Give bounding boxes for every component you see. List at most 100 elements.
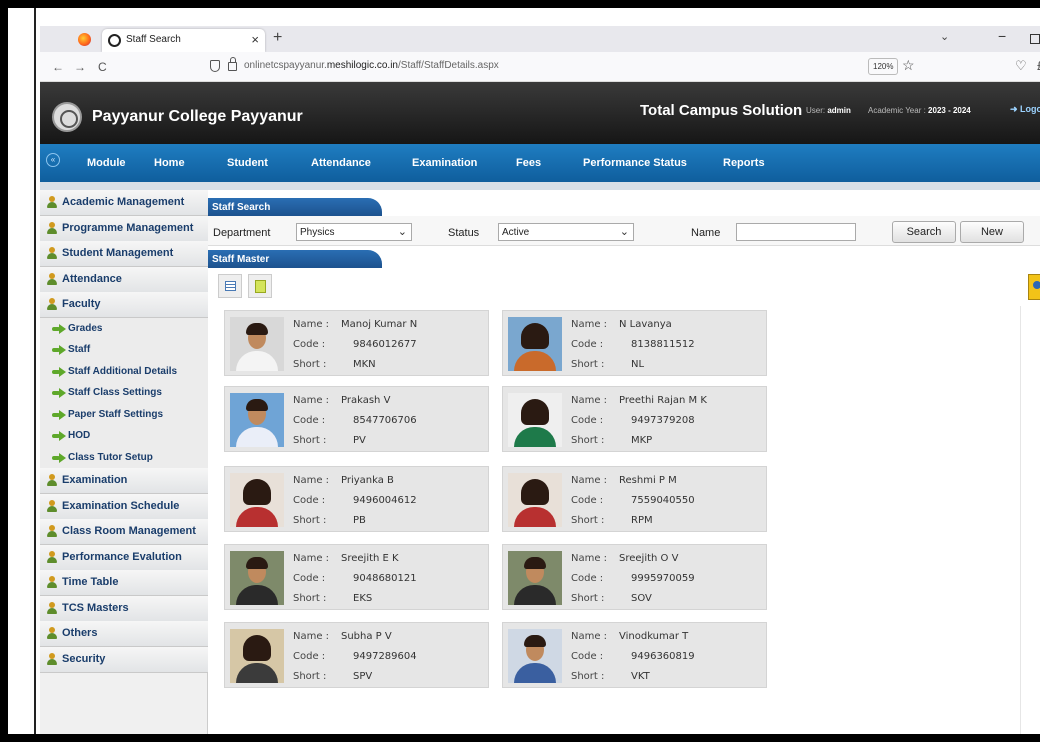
staff-card[interactable]: Name : Subha P V Code : 9497289604 Short : SP… — [224, 622, 489, 688]
staff-card[interactable]: Name : Vinodkumar T Code : 9496360819 Short … — [502, 622, 767, 688]
menu-attendance[interactable]: Attendance — [311, 157, 371, 169]
tab-close-icon[interactable]: × — [251, 32, 259, 47]
new-button[interactable]: New — [960, 221, 1024, 243]
user-icon — [47, 196, 58, 208]
sidebar-item-paper-staff-settings[interactable]: Paper Staff Settings — [40, 403, 208, 426]
back-button[interactable]: ← — [52, 60, 64, 74]
staff-card[interactable]: Name : Priyanka B Code : 9496004612 Short : P… — [224, 466, 489, 532]
staff-name: Subha P V — [341, 631, 392, 642]
forward-button[interactable]: → — [74, 60, 86, 74]
lock-icon[interactable] — [228, 57, 237, 71]
staff-photo — [230, 473, 284, 527]
sidebar-item-others[interactable]: Others — [40, 621, 208, 647]
sidebar-item-hod[interactable]: HOD — [40, 425, 208, 447]
sidebar-item-label: Staff Additional Details — [68, 365, 178, 377]
menu-student[interactable]: Student — [227, 157, 268, 169]
staff-photo — [230, 629, 284, 683]
sidebar-item-programme-management[interactable]: Programme Management — [40, 215, 208, 242]
status-select[interactable]: Active ⌄ — [498, 223, 634, 241]
name-key: Name : — [293, 475, 330, 486]
bookmark-star-icon[interactable]: ☆ — [902, 57, 915, 74]
department-select[interactable]: Physics ⌄ — [296, 223, 412, 241]
code-key: Code : — [293, 415, 326, 426]
status-label: Status — [448, 227, 480, 239]
sidebar-item-tcs-masters[interactable]: TCS Masters — [40, 595, 208, 622]
menu-performance-status[interactable]: Performance Status — [583, 157, 687, 169]
user-icon — [47, 474, 58, 486]
sidebar-item-staff-additional-details[interactable]: Staff Additional Details — [40, 360, 208, 383]
staff-card[interactable]: Name : Prakash V Code : 8547706706 Short : PV — [224, 386, 489, 452]
menu-fees[interactable]: Fees — [516, 157, 541, 169]
menu-reports[interactable]: Reports — [723, 157, 765, 169]
menu-home[interactable]: Home — [154, 157, 185, 169]
staff-name: Reshmi P M — [619, 475, 677, 486]
short-key: Short : — [293, 671, 327, 682]
staff-search-header: Staff Search — [208, 198, 382, 218]
browser-window: Staff Search × + ⌄ − ← → C onlinetcspayy… — [40, 26, 1040, 734]
tracking-shield-icon[interactable] — [210, 60, 220, 72]
staff-card[interactable]: Name : N Lavanya Code : 8138811512 Short : NL — [502, 310, 767, 376]
sidebar-item-time-table[interactable]: Time Table — [40, 570, 208, 596]
sidebar-item-academic-management[interactable]: Academic Management — [40, 190, 208, 216]
staff-card[interactable]: Name : Sreejith O V Code : 9995970059 Short … — [502, 544, 767, 610]
address-bar[interactable]: onlinetcspayyanur.meshilogic.co.in/Staff… — [244, 60, 499, 71]
sidebar-item-attendance[interactable]: Attendance — [40, 266, 208, 293]
logout-link[interactable]: ➜ Logout — [1010, 104, 1040, 115]
export-button[interactable] — [248, 274, 272, 298]
short-key: Short : — [293, 435, 327, 446]
sidebar-item-grades[interactable]: Grades — [40, 317, 208, 340]
pocket-icon[interactable]: ♡ — [1015, 58, 1027, 74]
tab-staff-search[interactable]: Staff Search × — [102, 29, 265, 52]
staff-code: 9497379208 — [631, 415, 695, 426]
sidebar-item-class-tutor-setup[interactable]: Class Tutor Setup — [40, 446, 208, 469]
reload-button[interactable]: C — [98, 60, 107, 74]
staff-card[interactable]: Name : Preethi Rajan M K Code : 9497379208 S… — [502, 386, 767, 452]
menu-examination[interactable]: Examination — [412, 157, 477, 169]
short-key: Short : — [571, 359, 605, 370]
staff-card[interactable]: Name : Reshmi P M Code : 7559040550 Short : R… — [502, 466, 767, 532]
sidebar-item-label: Time Table — [62, 576, 119, 588]
chevron-down-icon: ⌄ — [397, 226, 407, 238]
user-icon — [47, 652, 58, 665]
sidebar-item-label: Academic Management — [62, 196, 185, 208]
content-scroll-area[interactable] — [1020, 306, 1040, 734]
screenshot-frame: Staff Search × + ⌄ − ← → C onlinetcspayy… — [0, 0, 1040, 742]
sidebar-item-staff[interactable]: Staff — [40, 339, 208, 361]
menu-module[interactable]: Module — [87, 157, 126, 169]
sidebar-item-faculty[interactable]: Faculty — [40, 292, 208, 318]
sidebar-item-performance-evalution[interactable]: Performance Evalution — [40, 544, 208, 571]
search-button[interactable]: Search — [892, 221, 956, 243]
new-tab-button[interactable]: + — [273, 29, 282, 47]
sidebar-item-label: Class Tutor Setup — [68, 451, 153, 463]
search-filter-row: Department Physics ⌄ Status Active ⌄ Nam… — [208, 216, 1040, 246]
sidebar-item-staff-class-settings[interactable]: Staff Class Settings — [40, 382, 208, 404]
sidebar-item-label: Staff — [68, 344, 91, 355]
menu-collapse-icon[interactable]: « — [46, 153, 60, 167]
staff-short: SOV — [631, 593, 652, 604]
staff-card-grid: Name : Manoj Kumar N Code : 9846012677 Short… — [208, 306, 1018, 734]
grid-view-button[interactable] — [218, 274, 242, 298]
code-key: Code : — [571, 415, 604, 426]
staff-card[interactable]: Name : Manoj Kumar N Code : 9846012677 Short… — [224, 310, 489, 376]
zoom-indicator[interactable]: 120% — [868, 58, 899, 75]
arrow-right-icon — [52, 452, 66, 463]
user-icon — [47, 272, 58, 285]
name-input[interactable] — [736, 223, 856, 241]
help-icon[interactable] — [1028, 274, 1040, 300]
sidebar-item-student-management[interactable]: Student Management — [40, 241, 208, 267]
tab-list-chevron-icon[interactable]: ⌄ — [940, 30, 949, 43]
staff-photo — [508, 473, 562, 527]
staff-short: MKP — [631, 435, 653, 446]
minimize-button[interactable]: − — [998, 28, 1006, 44]
sidebar-item-class-room-management[interactable]: Class Room Management — [40, 519, 208, 545]
sidebar-item-security[interactable]: Security — [40, 646, 208, 673]
staff-code: 9048680121 — [353, 573, 417, 584]
user-icon — [47, 601, 58, 614]
staff-card[interactable]: Name : Sreejith E K Code : 9048680121 Short … — [224, 544, 489, 610]
name-key: Name : — [571, 319, 608, 330]
college-logo — [52, 102, 82, 132]
sidebar-item-examination[interactable]: Examination — [40, 468, 208, 494]
maximize-button[interactable] — [1030, 34, 1040, 44]
firefox-icon[interactable] — [78, 33, 91, 46]
sidebar-item-examination-schedule[interactable]: Examination Schedule — [40, 493, 208, 520]
